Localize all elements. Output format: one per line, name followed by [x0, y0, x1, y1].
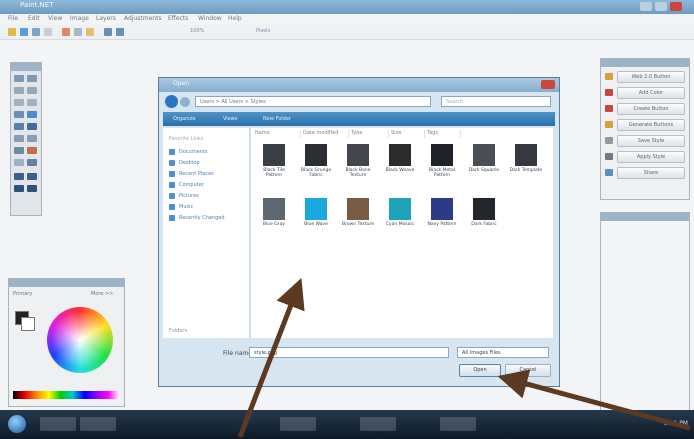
annotation-arrow-left: [237, 278, 305, 438]
annotation-arrows: [237, 278, 691, 438]
annotation-arrow-right: [497, 369, 691, 431]
